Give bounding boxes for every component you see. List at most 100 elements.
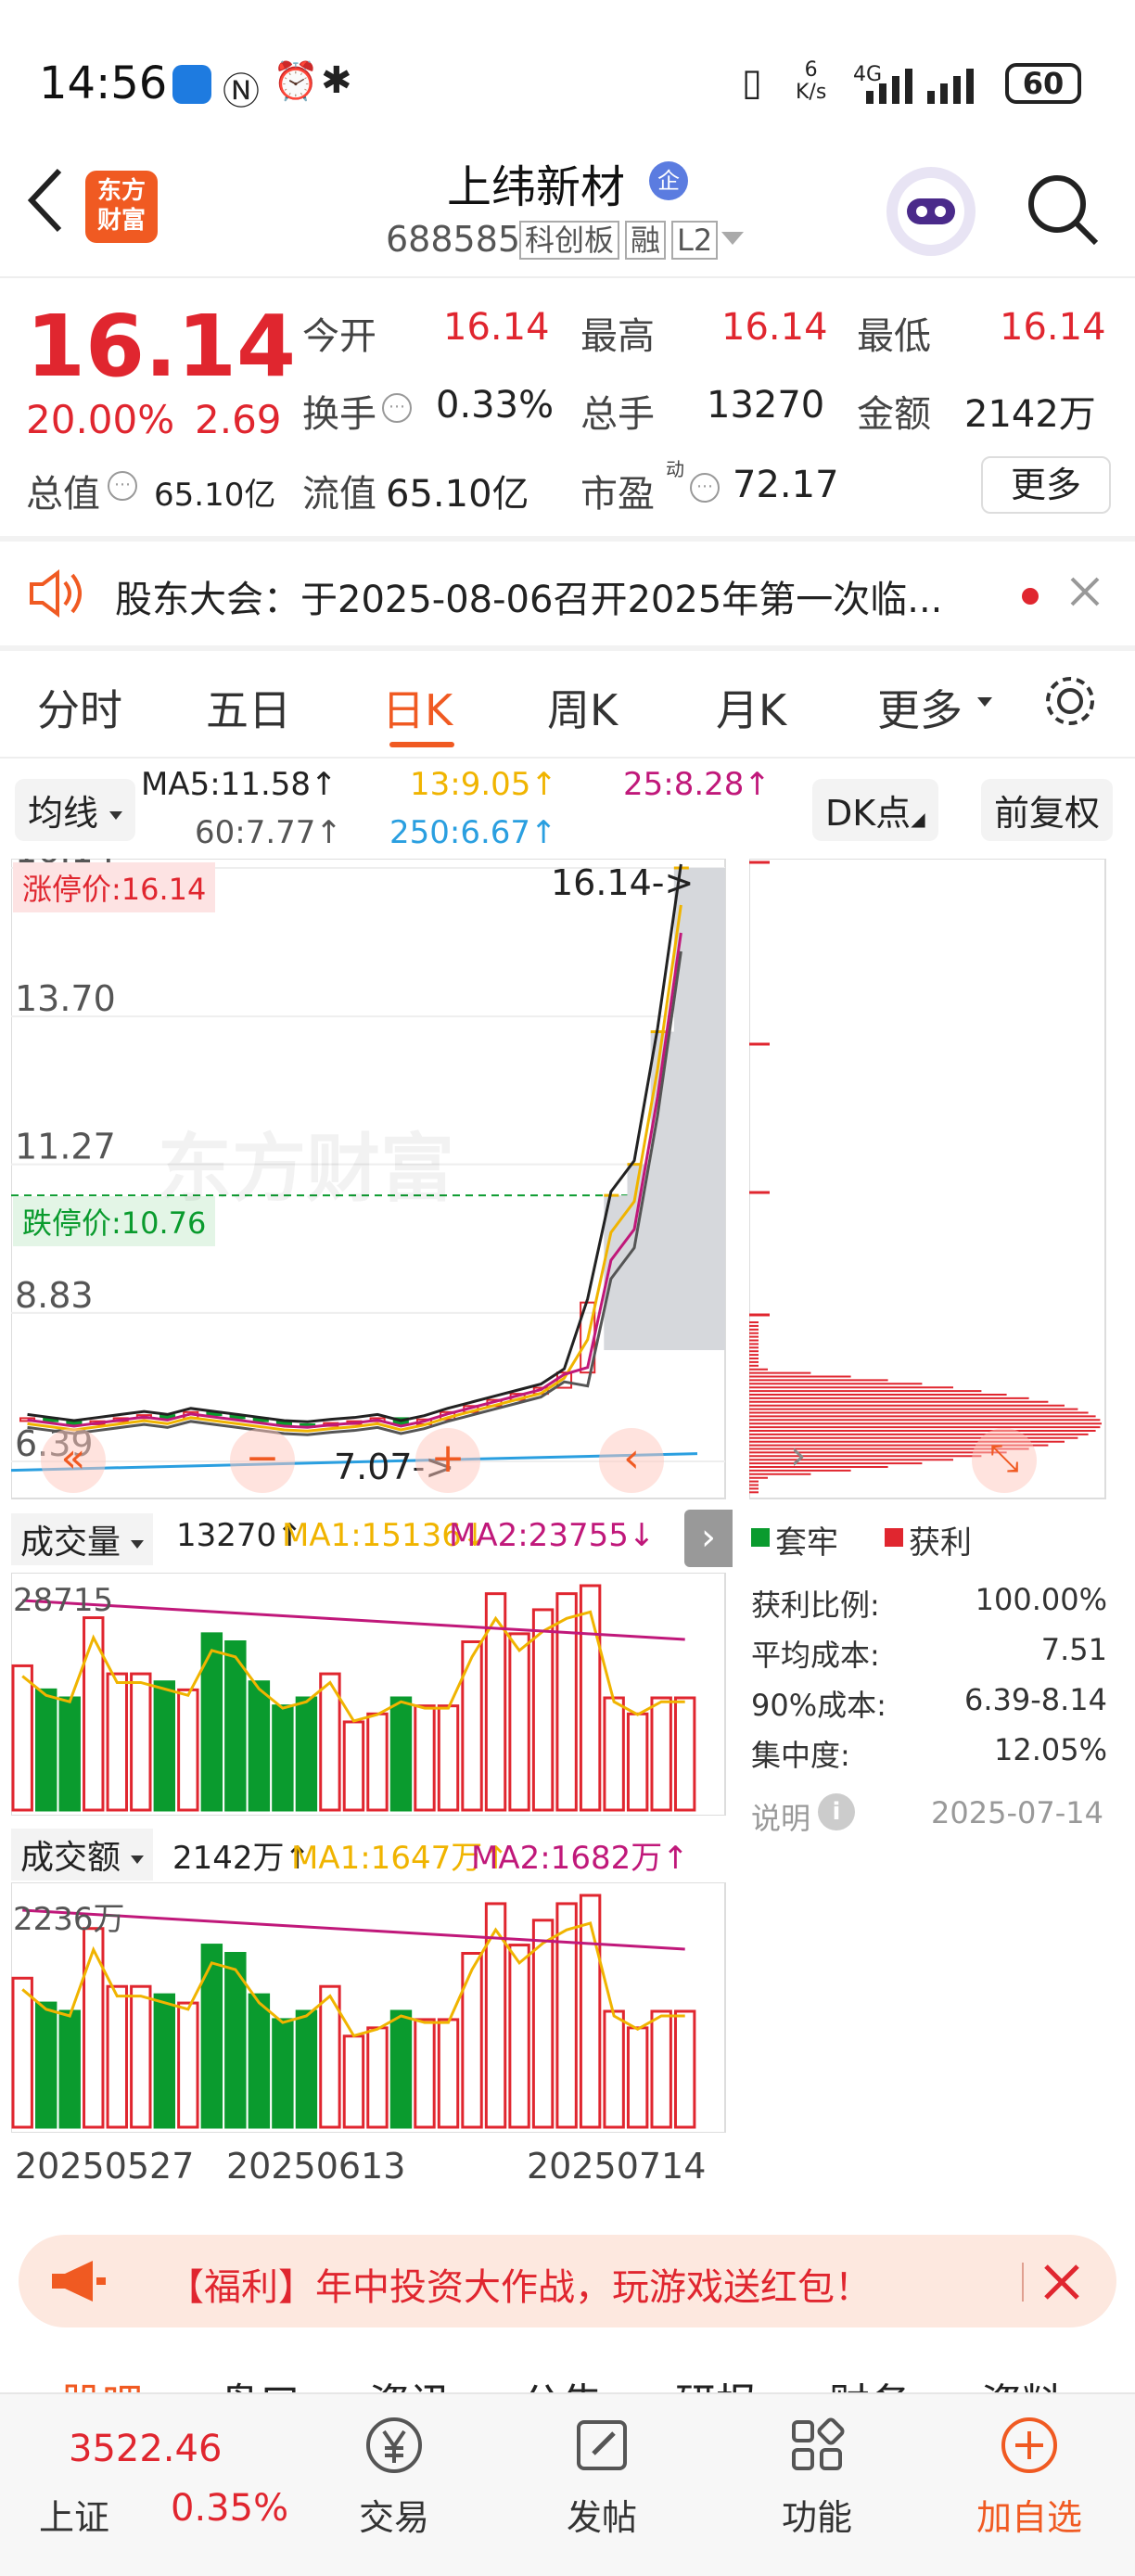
legend-ma25: 25:8.28↑ xyxy=(623,766,771,803)
volume-bar xyxy=(295,2009,318,2129)
nav-post[interactable]: 发帖 xyxy=(551,2413,653,2561)
active-tab-underline xyxy=(389,742,454,747)
chip-stat-value: 100.00% xyxy=(975,1582,1107,1617)
volume-bar xyxy=(248,1680,271,1812)
info-icon[interactable]: i xyxy=(818,1793,855,1830)
volume-selector[interactable]: 成交量 xyxy=(11,1513,154,1565)
volume-bar xyxy=(650,2009,672,2129)
tab-guba[interactable]: 股吧 xyxy=(61,2370,143,2392)
volume-bar xyxy=(153,1993,176,2129)
volume-bar xyxy=(555,1902,578,2129)
nav-label: 功能 xyxy=(781,2497,852,2538)
volume-bar xyxy=(366,1712,389,1812)
chip-stat-value: 7.51 xyxy=(1040,1632,1107,1667)
volume-bar xyxy=(579,1894,602,2129)
volume-bar xyxy=(603,2009,625,2129)
volume-bar xyxy=(531,1919,555,2129)
volume-bar xyxy=(414,2018,436,2129)
price-marker: 16.14-> xyxy=(551,862,695,903)
dk-point-button[interactable]: DK点◢ xyxy=(812,779,938,841)
bottom-nav: 3522.46 上证 0.35% 交易 发帖 功能 加自选 xyxy=(0,2392,1135,2576)
volume-chart[interactable] xyxy=(11,1573,733,1816)
nav-add-watchlist[interactable]: 加自选 xyxy=(964,2413,1094,2561)
ma-selector[interactable]: 均线 xyxy=(15,779,136,841)
volume-bar xyxy=(272,2018,294,2129)
megaphone-icon xyxy=(48,2259,108,2307)
chip-stat-value: 6.39-8.14 xyxy=(963,1682,1107,1717)
volume-bar xyxy=(531,1608,555,1812)
ma1-line xyxy=(21,1921,685,2038)
volume-bar xyxy=(673,1696,696,1812)
tab-pankou[interactable]: 盘口 xyxy=(219,2370,300,2392)
volume-bar xyxy=(673,2009,696,2129)
volume-bar xyxy=(177,2001,199,2129)
tab-more[interactable]: 更多 xyxy=(877,677,963,738)
tab-weekly-k[interactable]: 周K xyxy=(547,677,618,738)
index-ticker[interactable]: 3522.46 上证 0.35% xyxy=(0,2394,288,2576)
watermark-logo: 东方财富 xyxy=(158,1126,454,1212)
nav-functions[interactable]: 功能 xyxy=(766,2413,868,2561)
promo-text: 【福利】年中投资大作战，玩游戏送红包！ xyxy=(167,2266,872,2309)
explain-link[interactable]: 说明 xyxy=(751,1795,810,1838)
volume-bar xyxy=(83,1927,105,2129)
volume-bar xyxy=(58,1696,81,1812)
tab-news[interactable]: 资讯 xyxy=(369,2370,451,2392)
y-tick-label: 11.27 xyxy=(15,1127,116,1167)
settings-gear-icon[interactable] xyxy=(1042,673,1098,733)
tab-research[interactable]: 研报 xyxy=(675,2370,757,2392)
tab-profile[interactable]: 资料 xyxy=(981,2370,1063,2392)
volume-bar xyxy=(35,1688,57,1812)
zoom-out-icon[interactable]: − xyxy=(230,1428,295,1493)
step-left-icon[interactable]: ‹ xyxy=(599,1428,664,1493)
tab-monthly-k[interactable]: 月K xyxy=(716,677,786,738)
rewind-icon[interactable]: « xyxy=(41,1428,106,1493)
tab-announcements[interactable]: 公告 xyxy=(521,2370,603,2392)
chip-stat-value: 12.05% xyxy=(993,1732,1107,1767)
date-label: 20250527 xyxy=(15,2146,195,2187)
corner-icon: ◢ xyxy=(911,808,925,830)
nav-trade[interactable]: 交易 xyxy=(343,2413,445,2561)
legend-profit-swatch xyxy=(885,1528,903,1547)
volume-bar xyxy=(272,1704,294,1812)
volume-selector-label: 成交量 xyxy=(20,1524,121,1562)
index-change: 0.35% xyxy=(171,2487,289,2530)
volume-bar xyxy=(153,1680,176,1812)
volume-bar xyxy=(106,1984,128,2129)
tab-five-day[interactable]: 五日 xyxy=(206,677,291,738)
expand-icon[interactable]: ⤡ xyxy=(972,1428,1037,1493)
volume-bar xyxy=(35,2001,57,2129)
amount-selector[interactable]: 成交额 xyxy=(11,1829,154,1881)
tab-daily-k[interactable]: 日K xyxy=(382,677,453,738)
nav-label: 加自选 xyxy=(976,2497,1082,2538)
legend-ma13: 13:9.05↑ xyxy=(410,766,557,803)
chip-arrow-icon[interactable]: › xyxy=(790,1432,807,1479)
volume-bar xyxy=(248,1993,271,2129)
zoom-in-icon[interactable]: + xyxy=(415,1428,480,1493)
volume-bar xyxy=(130,1984,152,2129)
legend-profit: 获利 xyxy=(909,1524,972,1562)
volume-bar xyxy=(389,2009,413,2129)
legend-trapped-swatch xyxy=(751,1528,770,1547)
volume-bar xyxy=(106,1672,128,1812)
volume-bar xyxy=(130,1672,152,1812)
tab-intraday[interactable]: 分时 xyxy=(37,677,122,738)
collapse-arrow-icon[interactable]: › xyxy=(684,1510,733,1567)
legend-ma250: 250:6.67↑ xyxy=(389,814,557,851)
limit-up-block xyxy=(673,868,726,1350)
grid-icon xyxy=(792,2417,845,2470)
tab-finance[interactable]: 财务 xyxy=(829,2370,911,2392)
legend-ma5: MA5:11.58↑ xyxy=(141,766,338,803)
y-tick-label: 8.83 xyxy=(15,1275,94,1316)
promo-banner[interactable]: 【福利】年中投资大作战，玩游戏送红包！ xyxy=(19,2235,1116,2327)
amount-selector-label: 成交额 xyxy=(20,1839,121,1877)
chip-distribution-chart[interactable] xyxy=(749,859,1107,1508)
volume-bar xyxy=(508,1944,530,2129)
close-icon[interactable] xyxy=(1042,2263,1081,2305)
add-circle-icon xyxy=(1001,2417,1057,2473)
yen-icon xyxy=(366,2417,422,2473)
volume-bar xyxy=(579,1584,602,1812)
chip-date: 2025-07-14 xyxy=(931,1795,1103,1830)
forward-adjust-button[interactable]: 前复权 xyxy=(981,779,1114,841)
ma1-line xyxy=(21,1610,685,1723)
edit-icon xyxy=(577,2420,627,2470)
